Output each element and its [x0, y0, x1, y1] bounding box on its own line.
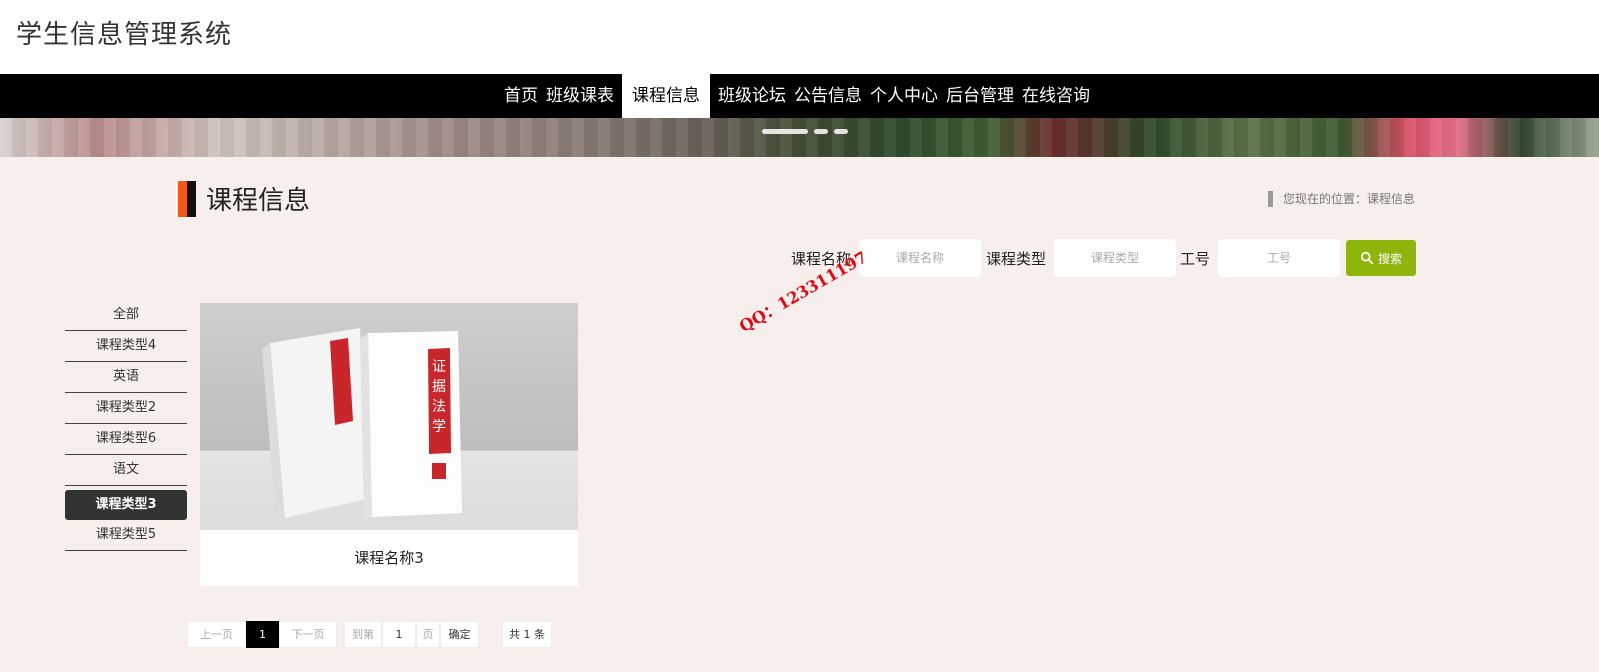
main-nav: 首页 班级课表 课程信息 班级论坛 公告信息 个人中心 后台管理 在线咨询	[0, 74, 1599, 118]
nav-item-personal-center[interactable]: 个人中心	[866, 74, 942, 118]
nav-item-class-forum[interactable]: 班级论坛	[714, 74, 790, 118]
course-card[interactable]: 证 据 法 学 课程名称3	[200, 303, 578, 586]
site-title: 学生信息管理系统	[16, 20, 233, 50]
pagination-goto: 到第 页 确定	[344, 621, 479, 648]
goto-page-input[interactable]	[382, 621, 416, 648]
section-heading: 课程信息	[178, 180, 310, 217]
breadcrumb: 您现在的位置：课程信息	[1267, 190, 1415, 207]
course-cover-image: 证 据 法 学	[200, 303, 578, 530]
carousel-indicators	[762, 129, 848, 134]
carousel-dot[interactable]	[762, 129, 808, 134]
category-item[interactable]: 课程类型4	[65, 331, 187, 362]
staff-id-input[interactable]	[1218, 239, 1341, 277]
pagination-total: 共 1 条	[502, 621, 552, 648]
nav-item-announcements[interactable]: 公告信息	[790, 74, 866, 118]
search-course-type-group: 课程类型	[986, 239, 1177, 277]
goto-confirm-button[interactable]: 确定	[440, 621, 479, 648]
carousel-dot[interactable]	[814, 129, 828, 134]
search-button-label: 搜索	[1377, 251, 1402, 266]
banner-image	[0, 118, 1599, 157]
category-item[interactable]: 课程类型2	[65, 393, 187, 424]
nav-list: 首页 班级课表 课程信息 班级论坛 公告信息 个人中心 后台管理 在线咨询	[500, 74, 1094, 118]
pagination: 上一页 1 下一页	[187, 621, 337, 648]
prev-page-button[interactable]: 上一页	[187, 621, 246, 648]
carousel-dot[interactable]	[834, 129, 848, 134]
page-title: 课程信息	[206, 186, 311, 216]
nav-item-home[interactable]: 首页	[500, 74, 542, 118]
breadcrumb-marker-icon	[1267, 190, 1273, 207]
search-button[interactable]: 搜索	[1346, 240, 1416, 276]
header: 学生信息管理系统	[0, 0, 1599, 74]
cover-title-char: 学	[432, 419, 446, 435]
nav-item-class-schedule[interactable]: 班级课表	[542, 74, 618, 118]
nav-item-admin[interactable]: 后台管理	[942, 74, 1018, 118]
staff-id-label: 工号	[1180, 249, 1211, 268]
banner-carousel	[0, 118, 1599, 157]
category-item-active[interactable]: 课程类型3	[65, 490, 187, 520]
course-type-label: 课程类型	[986, 249, 1047, 268]
category-item[interactable]: 课程类型6	[65, 424, 187, 455]
course-type-input[interactable]	[1054, 239, 1177, 277]
goto-suffix-label: 页	[416, 621, 440, 648]
nav-item-online-consult[interactable]: 在线咨询	[1018, 74, 1094, 118]
category-item-all[interactable]: 全部	[65, 300, 187, 331]
next-page-button[interactable]: 下一页	[279, 621, 337, 648]
search-staff-id-group: 工号	[1180, 239, 1341, 277]
category-item[interactable]: 语文	[65, 455, 187, 486]
breadcrumb-text: 您现在的位置：课程信息	[1282, 192, 1415, 206]
search-icon	[1360, 251, 1374, 265]
heading-marker-icon	[178, 180, 196, 217]
cover-title-char: 法	[432, 399, 446, 415]
category-list: 全部 课程类型4 英语 课程类型2 课程类型6 语文 课程类型3 课程类型5	[65, 300, 187, 551]
goto-prefix-label: 到第	[344, 621, 382, 648]
page-number-current[interactable]: 1	[246, 621, 279, 648]
course-name: 课程名称3	[354, 549, 424, 567]
nav-item-course-info[interactable]: 课程信息	[622, 74, 710, 118]
course-name-input[interactable]	[859, 239, 982, 277]
category-item[interactable]: 英语	[65, 362, 187, 393]
cover-title-char: 证	[432, 359, 446, 375]
total-count: 共 1 条	[502, 621, 552, 648]
cover-title-char: 据	[432, 379, 446, 395]
category-item[interactable]: 课程类型5	[65, 520, 187, 551]
